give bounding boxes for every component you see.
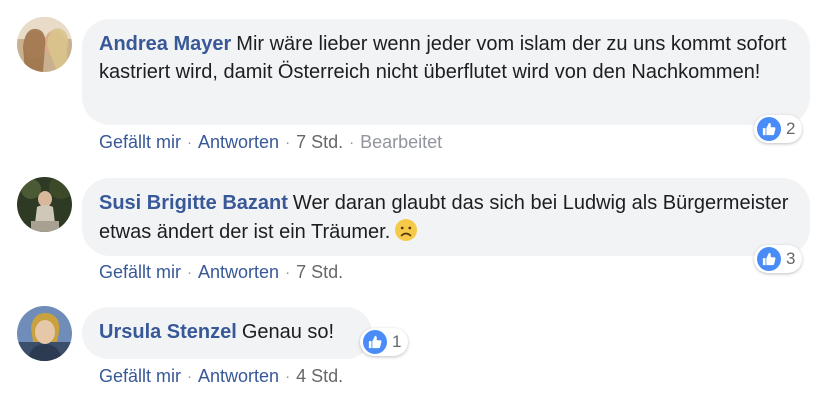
sad-face-emoji-icon (394, 218, 418, 242)
reaction-count: 2 (786, 119, 796, 138)
comment-bubble: Andrea Mayer Mir wäre lieber wenn jeder v… (82, 19, 810, 125)
reaction-badge[interactable]: 3 (754, 245, 803, 273)
reply-link[interactable]: Antworten (198, 132, 279, 153)
avatar[interactable] (17, 17, 72, 72)
thumbs-up-icon (757, 117, 781, 141)
thumbs-up-icon (757, 247, 781, 271)
separator-dot: · (285, 264, 291, 281)
comment-author[interactable]: Susi Brigitte Bazant (99, 192, 288, 214)
reaction-badge[interactable]: 2 (754, 115, 803, 143)
comment-author[interactable]: Ursula Stenzel (99, 321, 237, 343)
like-link[interactable]: Gefällt mir (99, 262, 181, 283)
edited-label[interactable]: Bearbeitet (360, 132, 442, 153)
comment-actions: Gefällt mir · Antworten · 7 Std. · Bearb… (99, 132, 442, 153)
reply-link[interactable]: Antworten (198, 366, 279, 387)
comment-author[interactable]: Andrea Mayer (99, 33, 231, 55)
avatar[interactable] (17, 177, 72, 232)
separator-dot: · (187, 264, 193, 281)
comment-bubble: Ursula Stenzel Genau so! (82, 307, 372, 359)
separator-dot: · (187, 134, 193, 151)
comment-actions: Gefällt mir · Antworten · 7 Std. (99, 262, 343, 283)
like-link[interactable]: Gefällt mir (99, 366, 181, 387)
comment-text: Genau so! (241, 321, 335, 343)
comment-timestamp[interactable]: 4 Std. (296, 366, 343, 387)
comment-bubble: Susi Brigitte Bazant Wer daran glaubt das… (82, 178, 810, 256)
avatar[interactable] (17, 306, 72, 361)
separator-dot: · (285, 368, 291, 385)
separator-dot: · (285, 134, 291, 151)
separator-dot: · (187, 368, 193, 385)
comment-timestamp[interactable]: 7 Std. (296, 262, 343, 283)
like-link[interactable]: Gefällt mir (99, 132, 181, 153)
thumbs-up-icon (363, 330, 387, 354)
separator-dot: · (349, 134, 355, 151)
reply-link[interactable]: Antworten (198, 262, 279, 283)
comment-timestamp[interactable]: 7 Std. (296, 132, 343, 153)
comment-actions: Gefällt mir · Antworten · 4 Std. (99, 366, 343, 387)
reaction-badge[interactable]: 1 (360, 328, 409, 356)
reaction-count: 1 (392, 332, 402, 351)
reaction-count: 3 (786, 249, 796, 268)
